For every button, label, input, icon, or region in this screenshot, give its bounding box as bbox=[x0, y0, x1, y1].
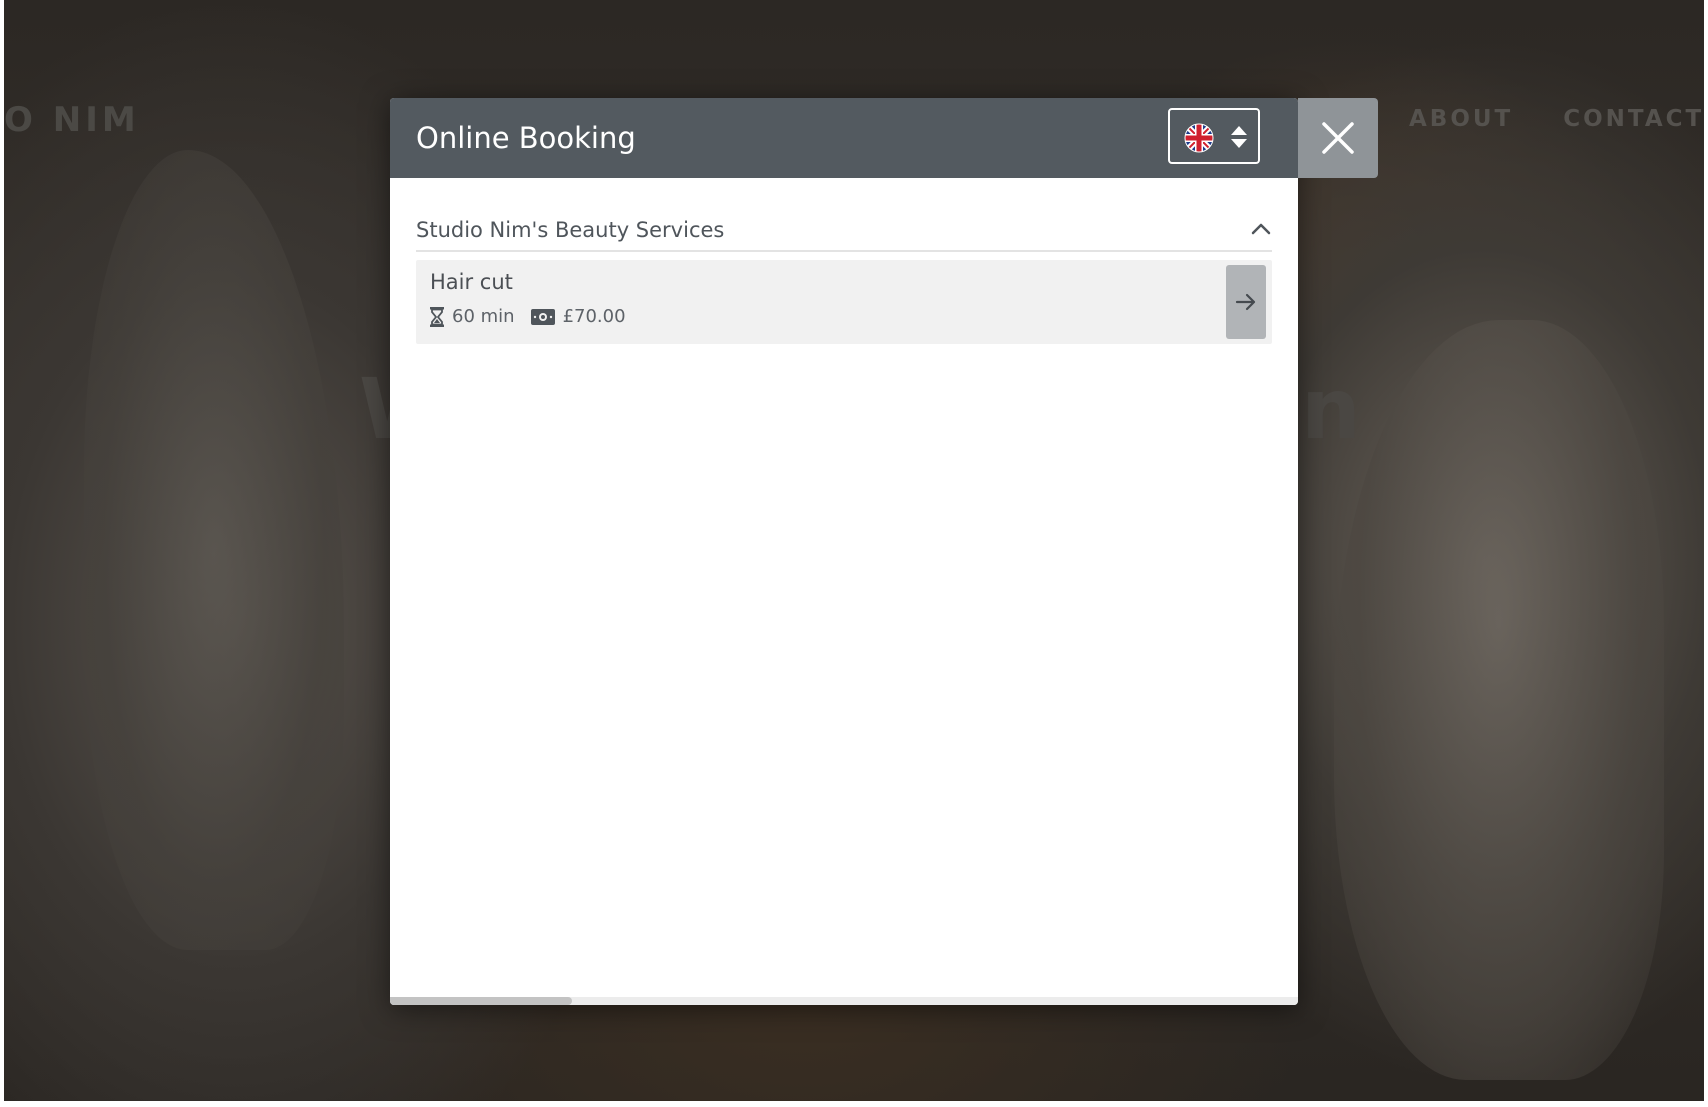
service-meta: 60 min £70.00 bbox=[430, 306, 642, 327]
site-nav: ABOUT CONTACT bbox=[1409, 106, 1704, 132]
money-icon bbox=[530, 308, 555, 325]
scrollbar-thumb[interactable] bbox=[390, 997, 572, 1005]
close-button[interactable] bbox=[1298, 98, 1378, 178]
close-icon bbox=[1322, 122, 1354, 154]
hourglass-icon bbox=[430, 306, 444, 327]
background-photo-figure-left bbox=[84, 150, 344, 950]
service-item[interactable]: Hair cut 60 min £70.00 bbox=[416, 260, 1272, 344]
booking-modal: Online Booking Studio Nim's Beauty Servi… bbox=[390, 98, 1298, 1005]
nav-contact[interactable]: CONTACT bbox=[1563, 106, 1704, 132]
service-price-text: £70.00 bbox=[562, 306, 626, 327]
sort-icon bbox=[1231, 126, 1247, 148]
language-select[interactable] bbox=[1168, 108, 1260, 164]
service-duration: 60 min bbox=[430, 306, 515, 327]
nav-about[interactable]: ABOUT bbox=[1409, 106, 1513, 132]
hero-heading-fragment-right: n bbox=[1301, 360, 1361, 458]
select-service-button[interactable] bbox=[1226, 265, 1266, 339]
service-name: Hair cut bbox=[430, 270, 513, 294]
modal-title: Online Booking bbox=[416, 121, 636, 155]
service-duration-text: 60 min bbox=[452, 306, 515, 327]
background-photo-figure-right bbox=[1334, 320, 1664, 1080]
horizontal-scrollbar[interactable] bbox=[390, 997, 1298, 1005]
category-title: Studio Nim's Beauty Services bbox=[416, 218, 725, 242]
service-price: £70.00 bbox=[530, 306, 626, 327]
category-header[interactable]: Studio Nim's Beauty Services bbox=[416, 218, 1272, 252]
modal-header: Online Booking bbox=[390, 98, 1298, 178]
chevron-up-icon bbox=[1251, 223, 1271, 235]
uk-flag-icon bbox=[1184, 123, 1214, 153]
arrow-right-icon bbox=[1235, 293, 1256, 311]
site-logo: O NIM bbox=[4, 100, 140, 140]
